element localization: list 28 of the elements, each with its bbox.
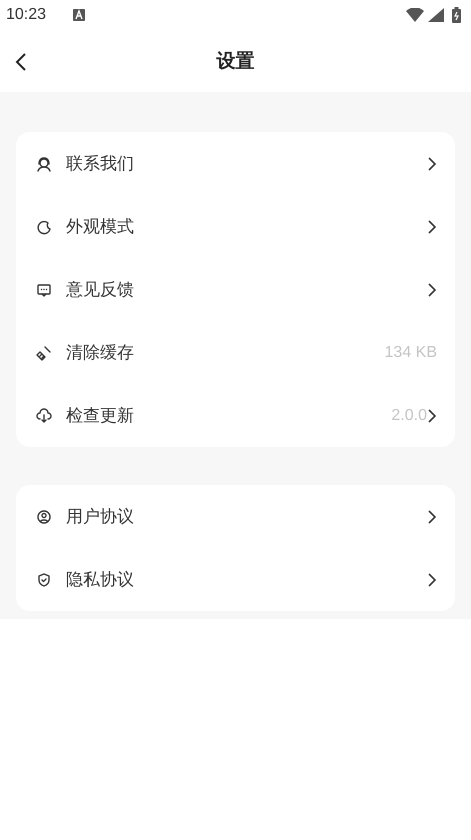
cloud-download-icon (36, 408, 52, 424)
shield-icon (36, 572, 52, 588)
wifi-icon (406, 8, 424, 22)
item-value: 134 KB (384, 344, 437, 362)
item-label: 外观模式 (66, 216, 135, 238)
message-icon (36, 282, 52, 298)
settings-item[interactable]: 隐私协议 (16, 548, 455, 611)
item-label: 隐私协议 (66, 569, 135, 591)
signal-icon (428, 8, 444, 22)
notification-icon (72, 8, 86, 22)
settings-item[interactable]: 意见反馈 (16, 258, 455, 321)
settings-item[interactable]: 检查更新 2.0.0 (16, 384, 455, 447)
settings-item[interactable]: 外观模式 (16, 195, 455, 258)
item-label: 意见反馈 (66, 279, 135, 301)
user-circle-icon (36, 508, 52, 524)
moon-icon (36, 218, 52, 234)
settings-item[interactable]: 用户协议 (16, 485, 455, 548)
back-icon (14, 52, 28, 72)
item-label: 清除缓存 (66, 342, 135, 364)
item-label: 检查更新 (66, 405, 135, 427)
item-label: 用户协议 (66, 506, 135, 528)
page-title: 设置 (216, 49, 254, 74)
settings-item[interactable]: 清除缓存 134 KB (16, 321, 455, 384)
settings-item[interactable]: 联系我们 (16, 132, 455, 195)
item-value: 2.0.0 (391, 406, 427, 424)
item-label: 联系我们 (66, 153, 135, 175)
status-time: 10:23 (6, 6, 46, 24)
battery-icon (452, 7, 461, 23)
